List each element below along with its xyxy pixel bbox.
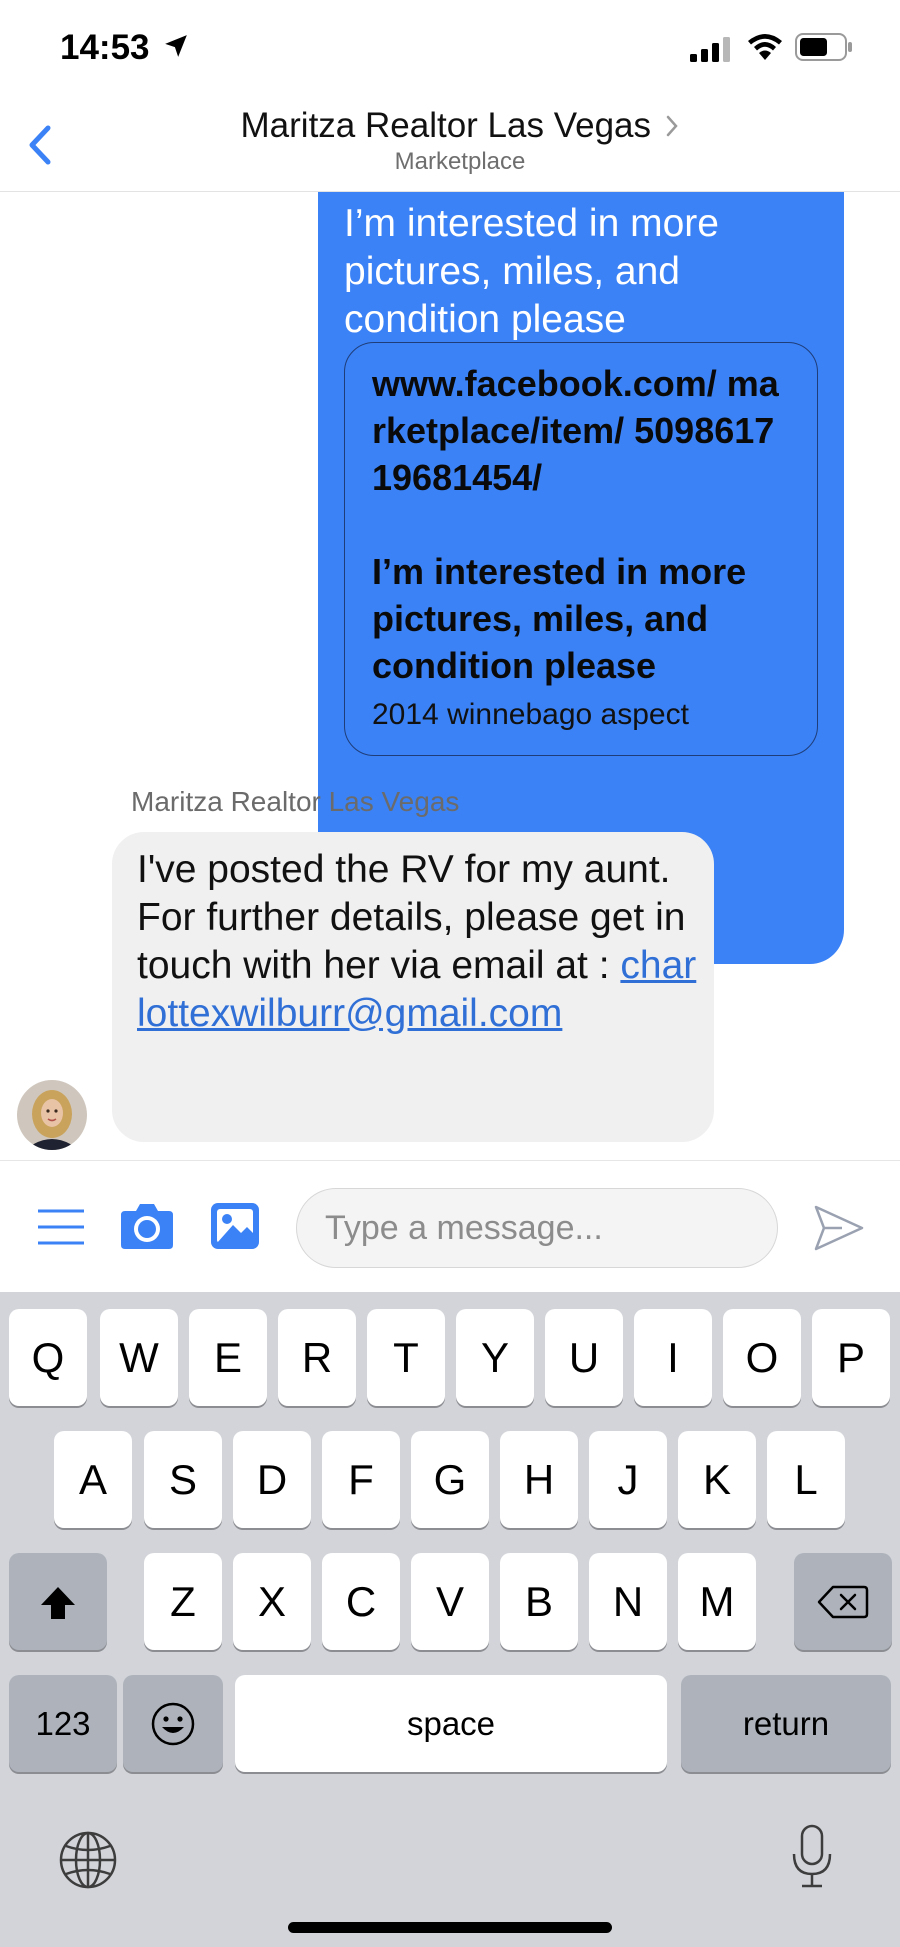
sender-avatar[interactable] (17, 1080, 87, 1150)
keyboard: Q W E R T Y U I O P A S D F G H J K L Z … (0, 1292, 900, 1947)
key-y[interactable]: Y (456, 1309, 534, 1406)
share-card-description: 2014 winnebago aspect (372, 698, 689, 731)
key-i[interactable]: I (634, 1309, 712, 1406)
backspace-icon (817, 1585, 869, 1619)
globe-icon[interactable] (58, 1830, 118, 1890)
return-key[interactable]: return (681, 1675, 891, 1772)
numbers-key[interactable]: 123 (9, 1675, 117, 1772)
received-message-text: I've posted the RV for my aunt. For furt… (137, 846, 697, 1038)
key-s[interactable]: S (144, 1431, 222, 1528)
message-thread: I’m interested in more pictures, miles, … (0, 192, 900, 1160)
key-f[interactable]: F (322, 1431, 400, 1528)
key-d[interactable]: D (233, 1431, 311, 1528)
battery-icon (795, 33, 852, 61)
conversation-title[interactable]: Maritza Realtor Las Vegas (241, 106, 651, 146)
share-card-message: I’m interested in more pictures, miles, … (372, 551, 747, 686)
key-h[interactable]: H (500, 1431, 578, 1528)
received-message-body: I've posted the RV for my aunt. For furt… (137, 848, 686, 987)
gallery-icon[interactable] (209, 1201, 261, 1251)
key-x[interactable]: X (233, 1553, 311, 1650)
sent-message-text: I’m interested in more pictures, miles, … (344, 202, 719, 341)
key-b[interactable]: B (500, 1553, 578, 1650)
key-l[interactable]: L (767, 1431, 845, 1528)
key-g[interactable]: G (411, 1431, 489, 1528)
conversation-subtitle: Marketplace (394, 148, 526, 175)
key-m[interactable]: M (678, 1553, 756, 1650)
key-p[interactable]: P (812, 1309, 890, 1406)
location-arrow-icon (165, 35, 187, 57)
key-q[interactable]: Q (9, 1309, 87, 1406)
shift-icon (41, 1587, 75, 1619)
chevron-right-icon (667, 115, 679, 137)
key-w[interactable]: W (100, 1309, 178, 1406)
key-t[interactable]: T (367, 1309, 445, 1406)
menu-icon[interactable] (36, 1207, 86, 1247)
key-r[interactable]: R (278, 1309, 356, 1406)
status-bar: 14:53 (0, 0, 900, 100)
shift-key[interactable] (9, 1553, 107, 1650)
status-time: 14:53 (60, 28, 150, 67)
space-key[interactable]: space (235, 1675, 667, 1772)
conversation-header: Maritza Realtor Las Vegas Marketplace (0, 100, 900, 192)
key-z[interactable]: Z (144, 1553, 222, 1650)
key-c[interactable]: C (322, 1553, 400, 1650)
back-button[interactable] (22, 122, 58, 168)
key-a[interactable]: A (54, 1431, 132, 1528)
message-input[interactable] (296, 1188, 778, 1268)
sender-name: Maritza Realtor Las Vegas (131, 786, 460, 817)
key-v[interactable]: V (411, 1553, 489, 1650)
share-card-link[interactable]: www.facebook.com/ marketplace/item/ 5098… (372, 360, 792, 501)
conversation-title-area[interactable]: Maritza Realtor Las Vegas Marketplace (150, 106, 770, 176)
emoji-key[interactable] (123, 1675, 223, 1772)
camera-icon[interactable] (119, 1201, 175, 1251)
cellular-signal-icon (690, 37, 730, 62)
key-n[interactable]: N (589, 1553, 667, 1650)
key-o[interactable]: O (723, 1309, 801, 1406)
key-e[interactable]: E (189, 1309, 267, 1406)
key-u[interactable]: U (545, 1309, 623, 1406)
backspace-key[interactable] (794, 1553, 892, 1650)
message-composer (0, 1160, 900, 1292)
home-indicator[interactable] (288, 1922, 612, 1933)
send-icon[interactable] (812, 1203, 866, 1253)
key-k[interactable]: K (678, 1431, 756, 1528)
emoji-icon (151, 1702, 195, 1746)
key-j[interactable]: J (589, 1431, 667, 1528)
microphone-icon[interactable] (790, 1824, 834, 1890)
wifi-icon (748, 34, 782, 60)
